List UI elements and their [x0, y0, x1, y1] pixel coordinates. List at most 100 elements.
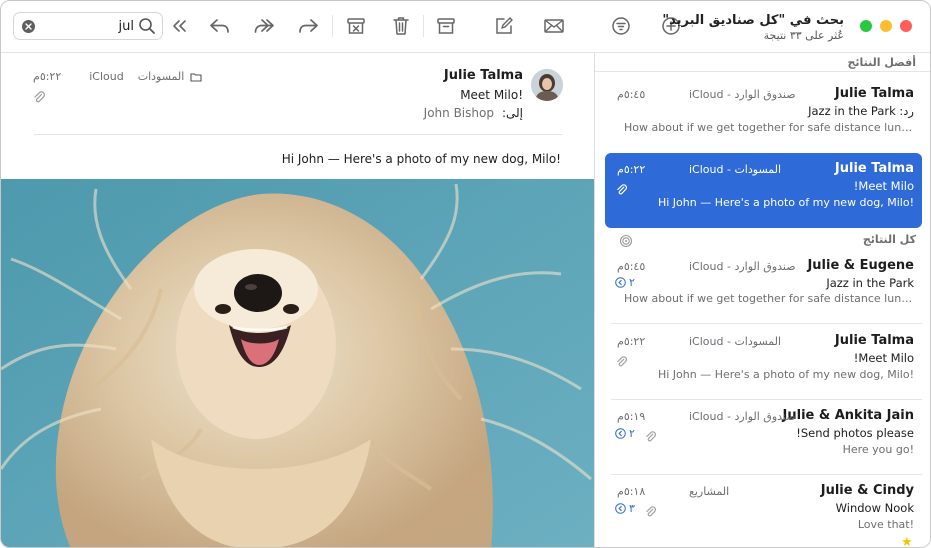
list-item-time: ٥:٢٢م: [617, 163, 646, 176]
list-item-location: المسودات - iCloud: [689, 335, 782, 348]
list-item-time: ٥:٢٢م: [617, 335, 646, 348]
filter-icon: [612, 17, 630, 35]
to-label: إلى:: [501, 106, 523, 120]
thread-chevron-icon: [615, 428, 626, 439]
trash-button[interactable]: [388, 13, 414, 39]
recipient-name[interactable]: John Bishop: [424, 106, 494, 120]
trash-icon: [393, 17, 409, 35]
message-account: iCloud: [89, 70, 124, 83]
message-mailbox: المسودات: [137, 70, 185, 83]
reply-button[interactable]: [207, 13, 233, 39]
toolbar: بحث في "كل صناديق البريد" عُثر على ٣٣ نت…: [1, 1, 930, 53]
list-item-preview: Love that!: [857, 518, 914, 531]
double-chevron-icon: [173, 20, 186, 32]
thread-count: ٢: [615, 276, 635, 289]
message-viewer: Julie Talma Meet Milo! إلى: John Bishop …: [1, 53, 594, 547]
message-time: ٥:٢٢م: [33, 70, 62, 83]
toolbar-separator: [332, 15, 333, 37]
paperclip-icon: [33, 88, 45, 107]
search-icon: [138, 17, 156, 39]
list-item-mailbox: صندوق الوارد: [734, 88, 796, 101]
results-count: عُثر على ٣٣ نتيجة: [763, 29, 844, 42]
junk-button[interactable]: [343, 13, 369, 39]
avatar: [531, 69, 563, 101]
all-results-header: كل النتائج: [862, 233, 916, 246]
thread-count-value: ٢: [629, 276, 635, 289]
list-item-time: ٥:٤٥م: [617, 260, 646, 273]
list-item-sender: Julie Talma: [834, 86, 914, 101]
junk-icon: [347, 18, 365, 34]
reply-all-button[interactable]: [250, 13, 276, 39]
header-divider: [34, 134, 562, 135]
list-item-sender: Julie Talma: [834, 161, 914, 176]
reply-all-icon: [254, 19, 274, 33]
sender-name: Julie Talma: [443, 68, 523, 83]
list-item-mailbox: المشاريع: [689, 485, 730, 498]
list-item-location: المسودات - iCloud: [689, 163, 782, 176]
forward-icon: [299, 19, 318, 33]
message-meta: المسودات iCloud ٥:٢٢م: [33, 70, 202, 83]
forward-button[interactable]: [295, 13, 321, 39]
list-item-selected[interactable]: Julie Talma Meet Milo! Hi John — Here's …: [605, 153, 922, 228]
window-title-block: بحث في "كل صناديق البريد" عُثر على ٣٣ نت…: [662, 13, 844, 42]
list-item-subject: Window Nook: [835, 501, 914, 515]
compose-button[interactable]: [491, 13, 517, 39]
dog-photo: [1, 179, 594, 547]
list-item-location: المشاريع: [689, 485, 729, 498]
list-item-preview: Hi John — Here's a photo of my new dog, …: [657, 368, 914, 381]
minimize-button[interactable]: [880, 20, 892, 32]
list-item-location: صندوق الوارد - iCloud: [689, 260, 796, 273]
list-item[interactable]: Julie & Ankita Jain Send photos please! …: [605, 400, 922, 472]
toolbar-separator: [423, 15, 424, 37]
archive-button[interactable]: [433, 13, 459, 39]
filter-button[interactable]: [608, 13, 634, 39]
list-item-sender: Julie & Eugene: [807, 258, 914, 273]
list-item[interactable]: Julie & Eugene Jazz in the Park How abou…: [605, 249, 922, 311]
expand-sidebar-button[interactable]: [166, 13, 192, 39]
list-item-subject: Meet Milo!: [853, 351, 914, 365]
new-message-button[interactable]: [541, 13, 567, 39]
clear-search-icon[interactable]: [22, 20, 35, 33]
top-hits-header: أفضل النتائج: [847, 56, 916, 69]
list-item-sender: Julie Talma: [834, 333, 914, 348]
list-item-subject: رد: Jazz in the Park: [808, 104, 914, 118]
star-icon: ★: [901, 535, 913, 548]
archive-icon: [437, 18, 455, 34]
list-item-account: iCloud: [689, 410, 724, 423]
search-input[interactable]: [42, 16, 134, 36]
list-item-subject: Jazz in the Park: [826, 276, 914, 290]
close-button[interactable]: [900, 20, 912, 32]
list-item-mailbox: المسودات: [734, 335, 782, 348]
list-item-subject: Send photos please!: [796, 426, 914, 440]
paperclip-icon: [616, 352, 628, 371]
section-divider: [595, 71, 930, 72]
message-body: Hi John — Here's a photo of my new dog, …: [281, 152, 561, 166]
list-item-preview: Hi John — Here's a photo of my new dog, …: [657, 196, 914, 209]
traffic-lights: [860, 20, 916, 33]
thread-chevron-icon: [615, 503, 626, 514]
message-list: أفضل النتائج Julie Talma رد: Jazz in the…: [594, 53, 930, 548]
list-item[interactable]: Julie Talma Meet Milo! Hi John — Here's …: [605, 325, 922, 397]
list-item[interactable]: Julie Talma رد: Jazz in the Park How abo…: [605, 81, 922, 141]
paperclip-icon: [645, 427, 657, 446]
list-item[interactable]: Julie & Cindy Window Nook Love that! الم…: [605, 475, 922, 547]
search-field[interactable]: [13, 12, 163, 40]
envelope-icon: [544, 19, 564, 33]
list-item-time: ٥:١٩م: [617, 410, 646, 423]
mail-window: بحث في "كل صناديق البريد" عُثر على ٣٣ نت…: [0, 0, 931, 548]
list-item-account: iCloud: [689, 335, 724, 348]
list-divider: [611, 323, 922, 324]
list-item-preview: How about if we get together for safe di…: [624, 121, 914, 134]
paperclip-icon: [645, 502, 657, 521]
thread-count-value: ٢: [629, 427, 635, 440]
zoom-button[interactable]: [860, 20, 872, 32]
recipient-line: إلى: John Bishop: [424, 106, 523, 120]
list-item-sender: Julie & Cindy: [820, 483, 914, 498]
window-title: بحث في "كل صناديق البريد": [662, 13, 844, 28]
list-item-account: iCloud: [689, 163, 724, 176]
compose-icon: [496, 17, 513, 34]
reply-icon: [210, 19, 229, 33]
thread-count-value: ٣: [629, 502, 635, 515]
folder-icon: [190, 72, 202, 82]
thread-chevron-icon: [615, 277, 626, 288]
